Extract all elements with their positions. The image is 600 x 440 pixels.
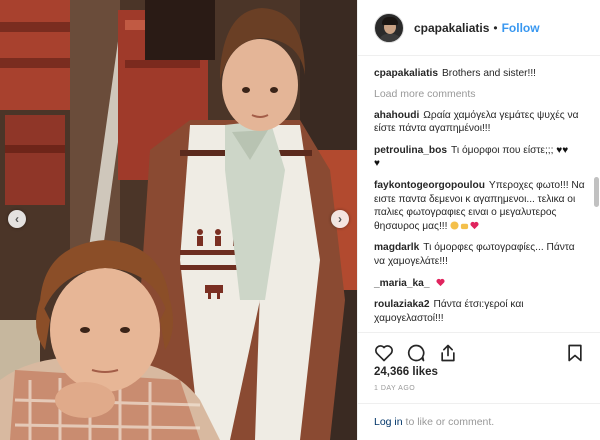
black-heart-icon: ♥ [374,158,380,170]
comment: magdarlk Τι όμορφες φωτογραφίες... Πάντα … [374,241,587,268]
comment-username[interactable]: roulaziaka2 [374,299,430,310]
post-header: cpapakaliatis • Follow [358,0,600,56]
caption-username[interactable]: cpapakaliatis [374,68,438,79]
login-prompt-text: to like or comment. [402,416,495,428]
chevron-left-icon[interactable]: ‹ [8,210,26,228]
caption-text: Brothers and sister!!! [442,68,536,79]
comment: _maria_ka_ [374,277,587,291]
comment-username[interactable]: ahahoudi [374,110,419,121]
header-username[interactable]: cpapakaliatis [414,21,489,35]
red-heart-emoji-icon [436,278,445,286]
comment-username[interactable]: _maria_ka_ [374,278,430,289]
comment: roulaziaka2 Πάντα έτσι:γεροί και χαμογελα… [374,298,587,325]
caption: cpapakaliatis Brothers and sister!!! [374,67,587,81]
comment: faykontogeorgopoulou Υπεροχες φωτο!!! Να … [374,179,587,233]
comment-text: Τι όμορφοι που είστε;;; [451,144,554,156]
comment: ahahoudi Ωραία χαμόγελα γεμάτες ψυχές να … [374,109,587,136]
red-heart-emoji-icon [470,221,479,229]
clap-emoji-icon [450,221,459,230]
heart-outline-icon[interactable] [372,341,396,365]
post-timestamp[interactable]: 1 DAY AGO [374,385,415,392]
login-link[interactable]: Log in [374,416,403,428]
comments-list[interactable]: cpapakaliatis Brothers and sister!!! Load… [358,57,600,330]
load-more-comments-link[interactable]: Load more comments [374,88,587,100]
comment: petroulina_bos Τι όμορφοι που είστε;;; ♥♥… [374,144,587,171]
header-separator: • [493,20,498,35]
comments-scrollbar[interactable] [593,57,599,330]
avatar[interactable] [374,12,404,43]
follow-button[interactable]: Follow [502,21,540,35]
comment-username[interactable]: faykontogeorgopoulou [374,180,485,191]
chevron-right-icon[interactable]: › [331,210,349,228]
comment-username[interactable]: magdarlk [374,242,419,253]
post-photo[interactable]: ‹ › [0,0,357,440]
speech-bubble-icon[interactable] [404,341,428,365]
share-icon[interactable] [436,341,460,365]
instagram-post: ‹ › cpapakaliatis • Follow cpapakaliatis… [0,0,600,440]
bookmark-icon[interactable] [563,341,587,365]
photo-illustration [0,0,357,440]
thumbs-up-emoji-icon [461,223,469,229]
login-prompt: Log in to like or comment. [358,403,600,440]
likes-count[interactable]: 24,366 likes [374,366,438,378]
black-heart-icon: ♥♥ [556,144,569,156]
comment-username[interactable]: petroulina_bos [374,145,447,156]
post-sidebar: cpapakaliatis • Follow cpapakaliatis Brot… [357,0,600,440]
